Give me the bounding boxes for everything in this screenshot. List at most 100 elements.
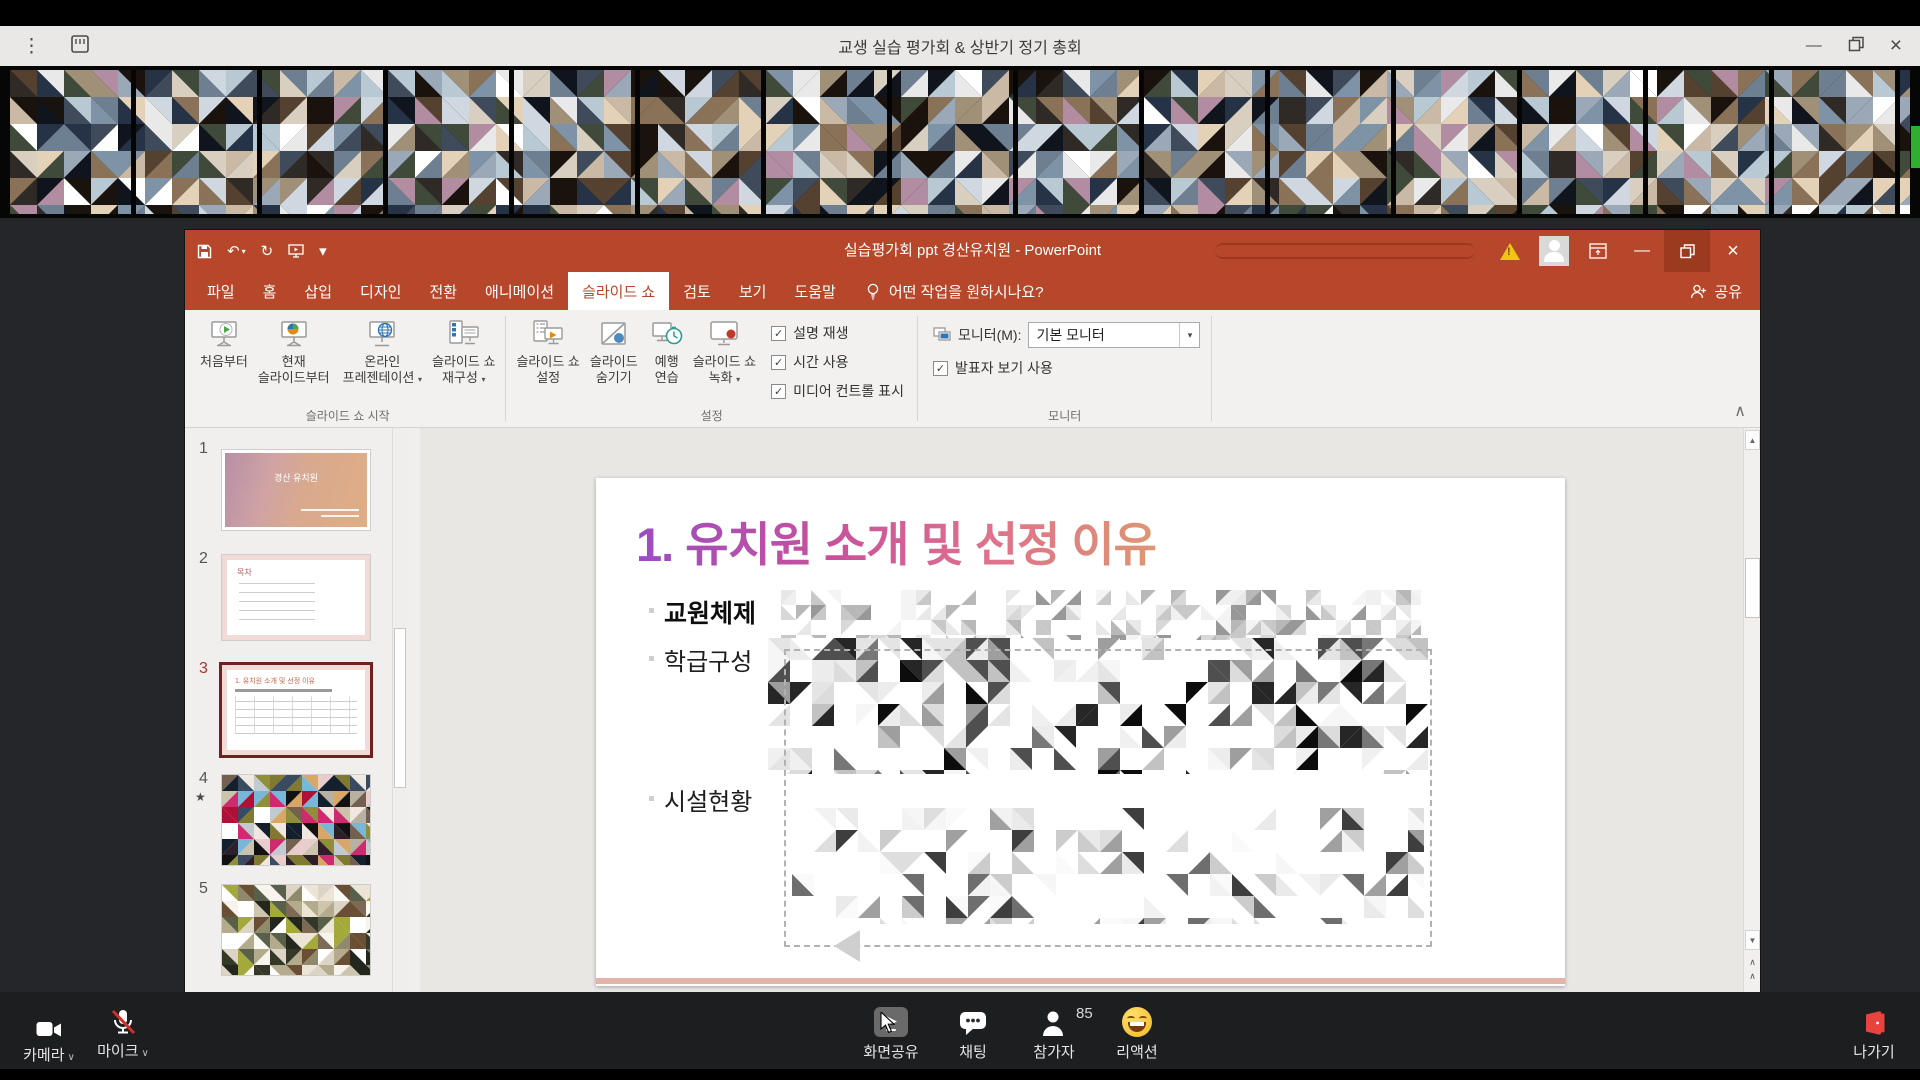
powerpoint-window: ↶▾ ↻ ▾ 실습평가회 ppt 경산유치원 - PowerPoint ! —: [185, 230, 1760, 992]
pixelated-text: [781, 590, 1421, 640]
set-up-slideshow-icon: [532, 317, 564, 351]
customize-qat-icon[interactable]: ▾: [319, 242, 327, 260]
tab-insert[interactable]: 삽입: [290, 272, 346, 310]
slide-thumbnail-2[interactable]: 목차: [222, 555, 370, 640]
tab-review[interactable]: 검토: [669, 272, 725, 310]
checkbox-use-presenter-view[interactable]: ✓ 발표자 보기 사용: [933, 358, 1201, 378]
participants-button[interactable]: 85 참가자: [1018, 1003, 1090, 1062]
tab-slideshow[interactable]: 슬라이드 쇼: [568, 272, 669, 310]
set-up-slideshow-button[interactable]: 슬라이드 쇼설정: [511, 313, 584, 386]
monitor-label: 모니터(M):: [958, 325, 1022, 345]
monitor-select[interactable]: 기본 모니터 ▾: [1028, 322, 1200, 348]
from-current-slide-button[interactable]: 현재슬라이드부터: [253, 313, 335, 386]
mic-muted-icon: [109, 1002, 137, 1036]
shared-screen-area: ↶▾ ↻ ▾ 실습평가회 ppt 경산유치원 - PowerPoint ! —: [0, 218, 1920, 992]
tab-view[interactable]: 보기: [725, 272, 781, 310]
group-separator: [1211, 316, 1212, 421]
monitor-icon: [933, 327, 951, 343]
tab-transitions[interactable]: 전환: [415, 272, 471, 310]
current-slide-canvas[interactable]: 1. 유치원 소개 및 선정 이유 교원체제 학급구성 시설현황: [596, 478, 1565, 986]
theme-decoration: [1215, 243, 1475, 259]
tab-file[interactable]: 파일: [193, 272, 249, 310]
present-online-button[interactable]: 온라인프레젠테이션 ▾: [338, 313, 427, 388]
scroll-up-button[interactable]: ▲: [1745, 430, 1760, 450]
ppt-restore-button[interactable]: [1664, 230, 1710, 272]
thumbnail-scrollbar[interactable]: [392, 428, 407, 992]
camera-icon: [36, 1006, 62, 1040]
laughing-emoji-icon: [1122, 1003, 1152, 1037]
previous-slide-button[interactable]: ∧: [1745, 958, 1760, 966]
dropdown-arrow-icon[interactable]: ▾: [1179, 323, 1199, 347]
custom-slideshow-button[interactable]: 슬라이드 쇼재구성 ▾: [427, 313, 500, 388]
scrollbar-thumb[interactable]: [1745, 558, 1760, 618]
rehearse-timings-icon: [651, 317, 683, 351]
apps-grid-icon[interactable]: [69, 33, 91, 60]
from-beginning-button[interactable]: 처음부터: [195, 313, 253, 370]
tab-design[interactable]: 디자인: [346, 272, 415, 310]
rehearse-timings-button[interactable]: 예행연습: [646, 313, 688, 386]
ppt-close-button[interactable]: ×: [1710, 230, 1756, 272]
tab-animations[interactable]: 애니메이션: [471, 272, 568, 310]
redo-icon[interactable]: ↻: [261, 242, 274, 260]
meeting-toolbar: 카메라∨ 마이크∨ 화면공유 채팅 85 참가자: [0, 992, 1920, 1069]
present-online-icon: [366, 317, 398, 351]
current-slide-icon: [278, 317, 310, 351]
lightbulb-icon: [866, 283, 880, 300]
leave-door-icon: [1861, 1003, 1887, 1037]
ppt-titlebar: ↶▾ ↻ ▾ 실습평가회 ppt 경산유치원 - PowerPoint ! —: [185, 230, 1760, 272]
meeting-titlebar: ⋮ 교생 실습 평가회 & 상반기 정기 총회 — ×: [0, 26, 1920, 66]
chat-bubble-icon: [958, 1003, 988, 1037]
ribbon-display-options-icon[interactable]: [1576, 230, 1620, 272]
restore-button[interactable]: [1848, 36, 1864, 57]
main-scrollbar[interactable]: ▲ ▼ ∧ ∧: [1743, 428, 1760, 992]
pixelated-table-lower: [792, 808, 1424, 924]
tell-me-box[interactable]: 어떤 작업을 원하시나요?: [866, 272, 1044, 310]
minimize-button[interactable]: —: [1806, 37, 1822, 55]
tab-help[interactable]: 도움말: [780, 272, 849, 310]
warning-icon[interactable]: !: [1488, 230, 1532, 272]
checkbox-checked-icon: ✓: [771, 355, 786, 370]
checkbox-checked-icon: ✓: [771, 384, 786, 399]
kebab-menu-icon[interactable]: ⋮: [22, 35, 41, 58]
video-edge-sliver: [1911, 126, 1920, 168]
slide-number: 2: [199, 550, 208, 568]
share-button[interactable]: 공유: [1690, 272, 1760, 310]
save-icon[interactable]: [197, 244, 212, 259]
checkbox-play-narrations[interactable]: ✓ 설명 재생: [771, 323, 904, 343]
hide-slide-button[interactable]: 슬라이드숨기기: [585, 313, 643, 386]
slide-number: 5: [199, 880, 208, 898]
checkbox-checked-icon: ✓: [771, 326, 786, 341]
video-tile-gaps: [10, 70, 1910, 214]
account-avatar[interactable]: [1532, 230, 1576, 272]
slide-editing-area: 1. 유치원 소개 및 선정 이유 교원체제 학급구성 시설현황: [420, 428, 1743, 992]
start-slideshow-icon[interactable]: [288, 244, 304, 258]
slide-thumbnail-3-selected[interactable]: 1. 유치원 소개 및 선정 이유: [222, 665, 370, 755]
checkbox-show-media-controls[interactable]: ✓ 미디어 컨트롤 표시: [771, 381, 904, 401]
chat-button[interactable]: 채팅: [945, 1003, 1001, 1062]
meeting-title: 교생 실습 평가회 & 상반기 정기 총회: [0, 34, 1920, 58]
collapse-ribbon-icon[interactable]: ∧: [1734, 401, 1746, 421]
mic-button-muted[interactable]: 마이크∨: [92, 1002, 154, 1061]
tab-home[interactable]: 홈: [249, 272, 291, 310]
camera-button[interactable]: 카메라∨: [18, 1006, 80, 1065]
dropdown-arrow-icon: ▾: [242, 247, 246, 256]
slide-thumbnail-1[interactable]: 경산 유치원: [222, 450, 370, 530]
scrollbar-thumb[interactable]: [394, 628, 406, 788]
slideshow-options: ✓ 설명 재생 ✓ 시간 사용 ✓ 미디어 컨트롤 표시: [761, 313, 912, 401]
scroll-down-button[interactable]: ▼: [1745, 930, 1760, 950]
reaction-button[interactable]: 리액션: [1105, 1003, 1169, 1062]
undo-icon[interactable]: ↶▾: [227, 242, 246, 260]
next-slide-button[interactable]: ∧: [1745, 972, 1760, 980]
ribbon: 처음부터 현재슬라이드부터 온라인프레젠테이션 ▾: [185, 310, 1760, 428]
record-slideshow-button[interactable]: 슬라이드 쇼녹화 ▾: [688, 313, 761, 388]
slide-thumbnail-5[interactable]: [222, 885, 370, 975]
checkbox-use-timings[interactable]: ✓ 시간 사용: [771, 352, 904, 372]
close-button[interactable]: ×: [1890, 34, 1902, 58]
person-plus-icon: [1690, 284, 1707, 299]
leave-button[interactable]: 나가기: [1843, 1003, 1905, 1062]
slide-thumbnail-panel: 1 경산 유치원 2 목차 3: [185, 428, 420, 992]
screen: ⋮ 교생 실습 평가회 & 상반기 정기 총회 — ×: [0, 0, 1920, 1080]
ppt-minimize-button[interactable]: —: [1620, 230, 1664, 272]
slide-thumbnail-4[interactable]: [222, 775, 370, 865]
video-strip: [0, 66, 1920, 218]
